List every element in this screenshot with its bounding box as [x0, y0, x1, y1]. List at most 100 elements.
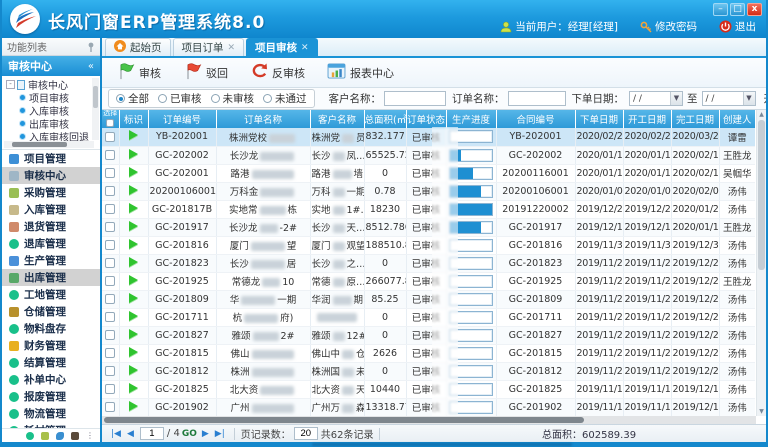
- start-date-cell: 2019/12/17: [623, 218, 671, 236]
- table-row[interactable]: GC-201711杭府)0已审核GC-2017112019/11/202019/…: [102, 308, 755, 326]
- row-checkbox[interactable]: [105, 204, 115, 214]
- row-checkbox[interactable]: [105, 258, 115, 268]
- minimize-button[interactable]: –: [713, 3, 728, 16]
- page-number-input[interactable]: [140, 427, 164, 440]
- sidebar-item-补单中心[interactable]: 补单中心: [2, 371, 100, 388]
- status-cell: 已审核: [406, 290, 446, 308]
- sidebar-item-生产管理[interactable]: 生产管理: [2, 252, 100, 269]
- sidebar-item-审核中心[interactable]: 审核中心: [2, 167, 100, 184]
- first-page-button[interactable]: |◀: [111, 429, 121, 439]
- row-checkbox[interactable]: [105, 330, 115, 340]
- row-checkbox[interactable]: [105, 402, 115, 412]
- row-checkbox[interactable]: [105, 168, 115, 178]
- tab-close-icon[interactable]: ✕: [301, 43, 309, 53]
- last-page-button[interactable]: ▶|: [215, 429, 225, 439]
- table-row[interactable]: GC-202001路港路港墙0已审核202001160012020/01/162…: [102, 164, 755, 182]
- sidebar-item-出库管理[interactable]: 出库管理: [2, 269, 100, 286]
- customer-name-input[interactable]: [384, 91, 446, 106]
- app-logo-icon: [10, 4, 40, 34]
- row-checkbox[interactable]: [105, 132, 115, 142]
- order-date-from-picker[interactable]: / /▼: [629, 91, 683, 106]
- prev-page-button[interactable]: ◀: [127, 429, 134, 439]
- customer-text: 株洲国: [312, 367, 341, 378]
- sidebar-group-header[interactable]: 审核中心 «: [2, 56, 100, 76]
- pin-icon[interactable]: [87, 42, 95, 52]
- table-row[interactable]: GC-201917长沙龙-2#长沙天…8512.78600..已审核GC-201…: [102, 218, 755, 236]
- toolbar-button-反审核[interactable]: 反审核: [246, 61, 309, 84]
- overflow-icon[interactable]: ⋮: [86, 432, 94, 440]
- logout-button[interactable]: 退出: [719, 19, 756, 34]
- radio-未审核[interactable]: 未审核: [211, 91, 255, 106]
- sidebar-item-项目管理[interactable]: 项目管理: [2, 150, 100, 167]
- sidebar-item-物流管理[interactable]: 物流管理: [2, 405, 100, 422]
- sidebar-item-财务管理[interactable]: 财务管理: [2, 337, 100, 354]
- table-row[interactable]: GC-201815佛山佛山中仓库2626已审核GC-2018152019/11/…: [102, 344, 755, 362]
- change-password-button[interactable]: 修改密码: [640, 19, 697, 34]
- table-row[interactable]: GC-201902广州广州万森林13318.775已审核GC-201902201…: [102, 398, 755, 416]
- row-checkbox[interactable]: [105, 348, 115, 358]
- sidebar-item-采购管理[interactable]: 采购管理: [2, 184, 100, 201]
- table-row[interactable]: GC-201823长沙居长沙之…0已审核GC-2018232019/11/272…: [102, 254, 755, 272]
- row-checkbox[interactable]: [105, 150, 115, 160]
- tree-bullet-icon: [19, 94, 26, 101]
- tree-vertical-scrollbar[interactable]: [92, 78, 99, 140]
- row-checkbox[interactable]: [105, 240, 115, 250]
- toolbar-button-报表中心[interactable]: 报表中心: [323, 61, 398, 84]
- tree-horizontal-scrollbar[interactable]: [4, 141, 94, 148]
- finish-date-cell: 2019/12/19: [671, 398, 719, 416]
- page-size-input[interactable]: [294, 427, 318, 440]
- go-button[interactable]: GO: [182, 429, 197, 439]
- maximize-button[interactable]: □: [730, 3, 745, 16]
- table-row[interactable]: GC-201816厦门望厦门观望188510.818已审核GC-20181620…: [102, 236, 755, 254]
- sidebar-item-退库管理[interactable]: 退库管理: [2, 235, 100, 252]
- close-button[interactable]: x: [747, 3, 762, 16]
- approved-mark-icon: [129, 221, 138, 231]
- table-row[interactable]: GC-201809华一期华润期85.25已审核GC-2018092019/11/…: [102, 290, 755, 308]
- toolbar-button-审核[interactable]: 审核: [112, 60, 165, 85]
- tab-项目审核[interactable]: 项目审核✕: [246, 38, 318, 56]
- table-vertical-scrollbar[interactable]: ▲ ▼: [756, 110, 766, 416]
- table-row[interactable]: 20200106001万科金万科一期0.78已审核202001060012020…: [102, 182, 755, 200]
- sidebar-item-入库管理[interactable]: 入库管理: [2, 201, 100, 218]
- table-row[interactable]: GC-202002长沙龙长沙凤…65525.7200..已审核GC-202002…: [102, 146, 755, 164]
- table-row[interactable]: YB-202001株洲党校株洲党员…832.177已审核YB-202001202…: [102, 128, 755, 146]
- shortcut-user-icon[interactable]: [71, 432, 79, 440]
- shortcut-dot-icon[interactable]: [26, 432, 34, 440]
- row-checkbox[interactable]: [105, 276, 115, 286]
- row-checkbox[interactable]: [105, 186, 115, 196]
- sidebar-item-工地管理[interactable]: 工地管理: [2, 286, 100, 303]
- table-row[interactable]: GC-201825北大资北大资天…10440已审核GC-2018252019/1…: [102, 380, 755, 398]
- tree-expander-icon[interactable]: -: [6, 80, 15, 89]
- customer-text: 长沙: [312, 151, 331, 162]
- tab-起始页[interactable]: 起始页: [105, 38, 171, 56]
- row-checkbox[interactable]: [105, 312, 115, 322]
- shortcut-cart-icon[interactable]: [41, 432, 49, 440]
- order-date-to-picker[interactable]: / /▼: [702, 91, 756, 106]
- sidebar-item-报废管理[interactable]: 报废管理: [2, 388, 100, 405]
- sidebar-item-物料盘存[interactable]: 物料盘存: [2, 320, 100, 337]
- row-checkbox[interactable]: [105, 384, 115, 394]
- select-all-checkbox[interactable]: [106, 119, 114, 127]
- table-row[interactable]: GC-201817B实地常栋实地1#…18230已审核2019122000220…: [102, 200, 755, 218]
- table-row[interactable]: GC-201812株洲株洲国未来0已审核GC-2018122019/11/202…: [102, 362, 755, 380]
- shortcut-leaf-icon[interactable]: [56, 432, 64, 440]
- sidebar-item-退货管理[interactable]: 退货管理: [2, 218, 100, 235]
- table-horizontal-scrollbar[interactable]: [102, 416, 756, 424]
- radio-全部[interactable]: 全部: [116, 91, 149, 106]
- collapse-icon[interactable]: «: [88, 61, 94, 72]
- table-row[interactable]: GC-201827雅颂2#雅颂12#0已审核GC-2018272019/11/2…: [102, 326, 755, 344]
- radio-已审核[interactable]: 已审核: [158, 91, 202, 106]
- row-checkbox[interactable]: [105, 222, 115, 232]
- table-row[interactable]: GC-201925常德龙10常德原…266077.835..已审核GC-2019…: [102, 272, 755, 290]
- to-label: 至: [687, 91, 698, 106]
- sidebar-item-结算管理[interactable]: 结算管理: [2, 354, 100, 371]
- tab-close-icon[interactable]: ✕: [228, 43, 236, 53]
- toolbar-button-驳回[interactable]: 驳回: [179, 60, 232, 85]
- row-checkbox[interactable]: [105, 366, 115, 376]
- next-page-button[interactable]: ▶: [202, 429, 209, 439]
- row-checkbox[interactable]: [105, 294, 115, 304]
- radio-未通过[interactable]: 未通过: [263, 91, 307, 106]
- sidebar-item-仓储管理[interactable]: 仓储管理: [2, 303, 100, 320]
- order-name-input[interactable]: [508, 91, 566, 106]
- tab-项目订单[interactable]: 项目订单✕: [173, 38, 245, 56]
